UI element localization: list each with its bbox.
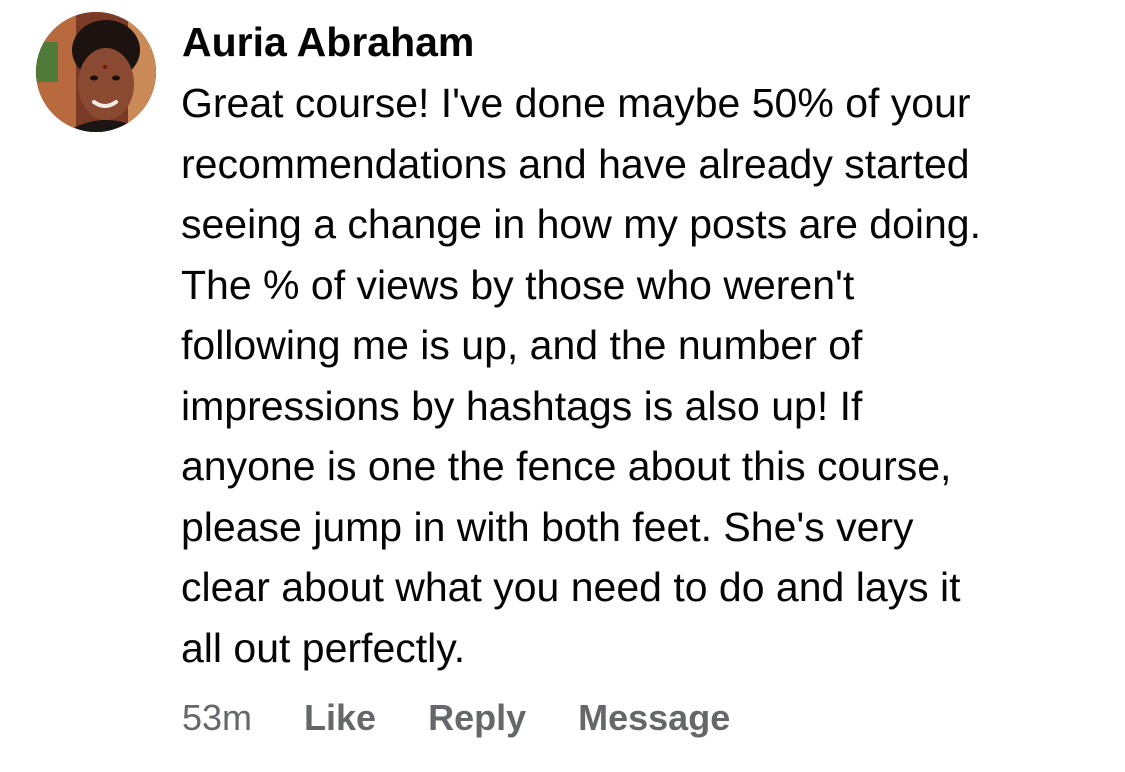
comment-text: Great course! I've done maybe 50% of you… — [181, 80, 982, 671]
comment-author[interactable]: Auria Abraham — [182, 16, 474, 68]
like-button[interactable]: Like — [304, 697, 376, 739]
avatar[interactable] — [36, 12, 156, 132]
comment-actions: 53m Like Reply Message — [182, 695, 730, 741]
reply-button[interactable]: Reply — [428, 697, 526, 739]
avatar-photo — [36, 12, 156, 132]
message-button[interactable]: Message — [578, 697, 730, 739]
comment: Auria Abraham Great course! I've done ma… — [0, 0, 1125, 772]
comment-timestamp[interactable]: 53m — [182, 697, 252, 739]
